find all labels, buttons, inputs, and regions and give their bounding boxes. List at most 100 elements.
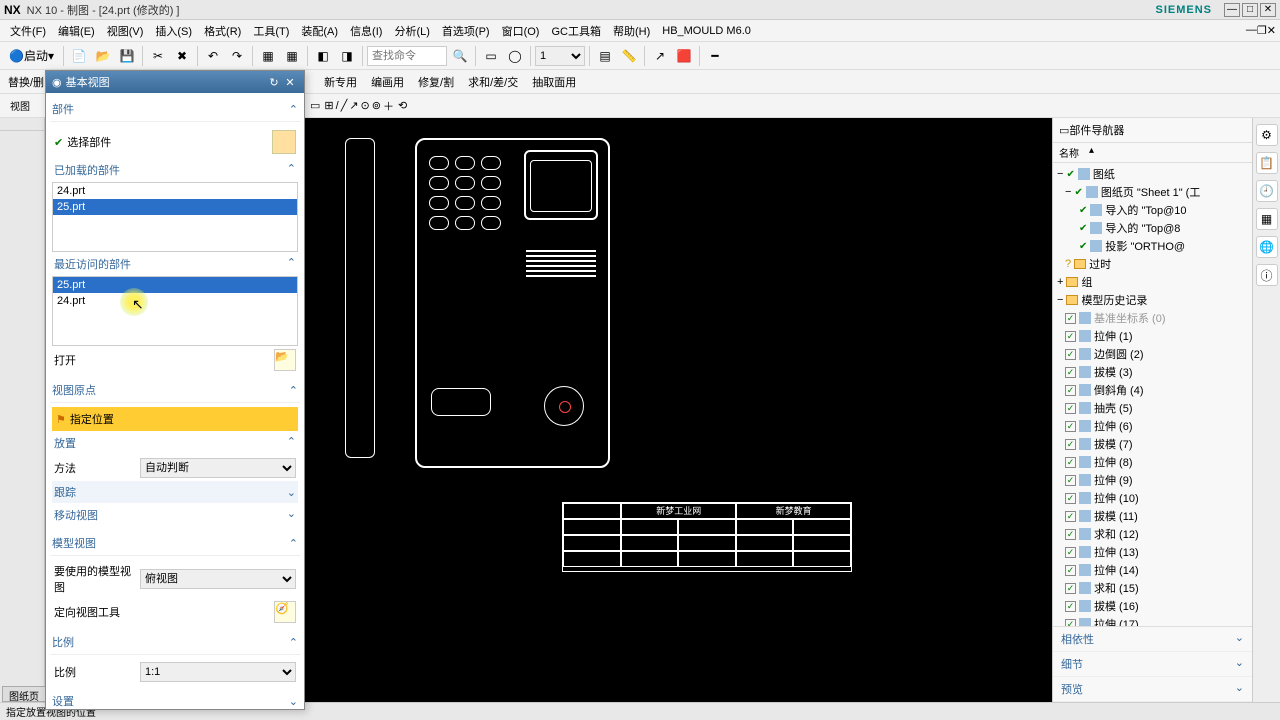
rtab-settings-icon[interactable]: ⚙ <box>1256 124 1278 146</box>
menu-edit[interactable]: 编辑(E) <box>52 21 101 41</box>
dialog-close-button[interactable]: ✕ <box>282 76 298 89</box>
move-view-label[interactable]: 移动视图⌄ <box>52 503 298 527</box>
search-button[interactable]: 🔍 <box>449 45 471 67</box>
menu-analysis[interactable]: 分析(L) <box>388 21 435 41</box>
left-tab-strip <box>0 118 45 702</box>
rtab-web-icon[interactable]: 🌐 <box>1256 236 1278 258</box>
measure-button[interactable]: 📏 <box>618 45 640 67</box>
accordion-deps[interactable]: 相依性⌄ <box>1053 627 1252 652</box>
close-button[interactable]: ✕ <box>1260 3 1276 17</box>
value-select-1[interactable]: 1 <box>535 46 585 66</box>
maximize-button[interactable]: □ <box>1242 3 1258 17</box>
menu-file[interactable]: 文件(F) <box>4 21 52 41</box>
snap-mid-icon[interactable]: ↗ <box>349 99 358 112</box>
tool-button-3[interactable]: ◧ <box>312 45 334 67</box>
snap-grid-icon[interactable]: ⊞ <box>324 99 333 112</box>
recent-parts-list[interactable]: 25.prt 24.prt <box>52 276 298 346</box>
section-scale-header[interactable]: 比例⌃ <box>50 630 300 655</box>
tool2-item-5[interactable]: 抽取面用 <box>528 72 580 92</box>
menu-help[interactable]: 帮助(H) <box>607 21 656 41</box>
snap-line-icon[interactable]: / <box>336 100 339 112</box>
line-style-button[interactable]: ━ <box>704 45 726 67</box>
loaded-parts-label[interactable]: 已加载的部件⌃ <box>52 158 298 182</box>
menu-tools[interactable]: 工具(T) <box>247 21 295 41</box>
doc-restore[interactable]: ❐ <box>1257 24 1267 37</box>
sheet-tab[interactable]: 图纸页 <box>2 686 46 702</box>
snap-edge-icon[interactable]: ╱ <box>341 99 348 112</box>
select-rect-button[interactable]: ▭ <box>310 99 320 112</box>
section-part-header[interactable]: 部件⌃ <box>50 97 300 122</box>
menu-window[interactable]: 窗口(O) <box>496 21 546 41</box>
recent-item-0[interactable]: 25.prt <box>53 277 297 293</box>
navigator-tree[interactable]: −✔图纸 −✔图纸页 "Sheet 1" (工 ✔导入的 "Top@10 ✔导入… <box>1053 163 1252 626</box>
tool-button-2[interactable]: ▦ <box>281 45 303 67</box>
snap-center-icon[interactable]: ⊚ <box>372 99 381 112</box>
loaded-parts-list[interactable]: 24.prt 25.prt <box>52 182 298 252</box>
dialog-reset-button[interactable]: ↻ <box>266 76 282 89</box>
base-view-dialog: ◉ 基本视图 ↻ ✕ 部件⌃ ✔ 选择部件 已加载的部件⌃ 24.prt 25.… <box>45 70 305 710</box>
scale-select[interactable]: 1:1 <box>140 662 296 682</box>
menu-insert[interactable]: 插入(S) <box>149 21 198 41</box>
section-model-header[interactable]: 模型视图⌃ <box>50 531 300 556</box>
menu-info[interactable]: 信息(I) <box>344 21 388 41</box>
tool-button-5[interactable]: ▭ <box>480 45 502 67</box>
tool-button-1[interactable]: ▦ <box>257 45 279 67</box>
open-folder-button[interactable]: 📂 <box>274 349 296 371</box>
command-search-input[interactable] <box>367 46 447 66</box>
recent-item-1[interactable]: 24.prt <box>53 293 297 309</box>
color-button[interactable]: 🟥 <box>673 45 695 67</box>
new-button[interactable]: 📄 <box>68 45 90 67</box>
menu-format[interactable]: 格式(R) <box>198 21 247 41</box>
tool2-item-1[interactable]: 新专用 <box>320 72 361 92</box>
undo-button[interactable]: ↶ <box>202 45 224 67</box>
tool2-item-3[interactable]: 修复/割 <box>414 72 458 92</box>
menu-assembly[interactable]: 装配(A) <box>295 21 344 41</box>
redo-button[interactable]: ↷ <box>226 45 248 67</box>
delete-button[interactable]: ✖ <box>171 45 193 67</box>
snap-clear-icon[interactable]: ⟲ <box>398 99 407 112</box>
accordion-details[interactable]: 细节⌄ <box>1053 652 1252 677</box>
menu-prefs[interactable]: 首选项(P) <box>436 21 496 41</box>
loaded-item-0[interactable]: 24.prt <box>53 183 297 199</box>
dialog-titlebar[interactable]: ◉ 基本视图 ↻ ✕ <box>46 71 304 93</box>
select-part-row[interactable]: ✔ 选择部件 <box>52 126 298 158</box>
menu-hbmould[interactable]: HB_MOULD M6.0 <box>656 23 757 39</box>
tool2-item-0[interactable]: 替换/删 <box>4 72 48 92</box>
use-model-select[interactable]: 俯视图 <box>140 569 296 589</box>
specify-location-row[interactable]: ⚑ 指定位置 <box>52 407 298 431</box>
minimize-button[interactable]: — <box>1224 3 1240 17</box>
rtab-history-icon[interactable]: 🕘 <box>1256 180 1278 202</box>
layer-button[interactable]: ▤ <box>594 45 616 67</box>
tool2-item-4[interactable]: 求和/差/交 <box>464 72 522 92</box>
part-navigator: ▭ 部件导航器 名称▴ −✔图纸 −✔图纸页 "Sheet 1" (工 ✔导入的… <box>1052 118 1252 702</box>
menu-view[interactable]: 视图(V) <box>101 21 150 41</box>
doc-close[interactable]: ✕ <box>1267 24 1276 37</box>
rtab-info-icon[interactable]: ⓘ <box>1256 264 1278 286</box>
start-menu-button[interactable]: 🔵 启动 ▾ <box>4 45 59 67</box>
check-icon: ✔ <box>54 136 63 149</box>
loaded-item-1[interactable]: 25.prt <box>53 199 297 215</box>
snap-plus-icon[interactable]: ＋ <box>383 98 394 114</box>
save-button[interactable]: 💾 <box>116 45 138 67</box>
tool-button-4[interactable]: ◨ <box>336 45 358 67</box>
select-part-icon[interactable] <box>272 130 296 154</box>
place-label[interactable]: 放置⌃ <box>52 431 298 455</box>
tool2-item-2[interactable]: 编画用 <box>367 72 408 92</box>
doc-minimize[interactable]: — <box>1246 24 1257 37</box>
left-tab-1[interactable] <box>0 118 44 131</box>
recent-parts-label[interactable]: 最近访问的部件⌃ <box>52 252 298 276</box>
rtab-layers-icon[interactable]: ▦ <box>1256 208 1278 230</box>
snap-end-icon[interactable]: ⊙ <box>361 99 370 112</box>
section-origin-header[interactable]: 视图原点⌃ <box>50 378 300 403</box>
section-settings-header[interactable]: 设置⌄ <box>50 689 300 709</box>
tool-button-6[interactable]: ◯ <box>504 45 526 67</box>
open-button[interactable]: 📂 <box>92 45 114 67</box>
track-label[interactable]: 跟踪 <box>54 484 281 500</box>
cut-button[interactable]: ✂ <box>147 45 169 67</box>
menu-gctools[interactable]: GC工具箱 <box>545 21 607 41</box>
vector-button[interactable]: ↗ <box>649 45 671 67</box>
method-select[interactable]: 自动判断 <box>140 458 296 478</box>
accordion-preview[interactable]: 预览⌄ <box>1053 677 1252 702</box>
orient-tool-button[interactable]: 🧭 <box>274 601 296 623</box>
rtab-nav-icon[interactable]: 📋 <box>1256 152 1278 174</box>
